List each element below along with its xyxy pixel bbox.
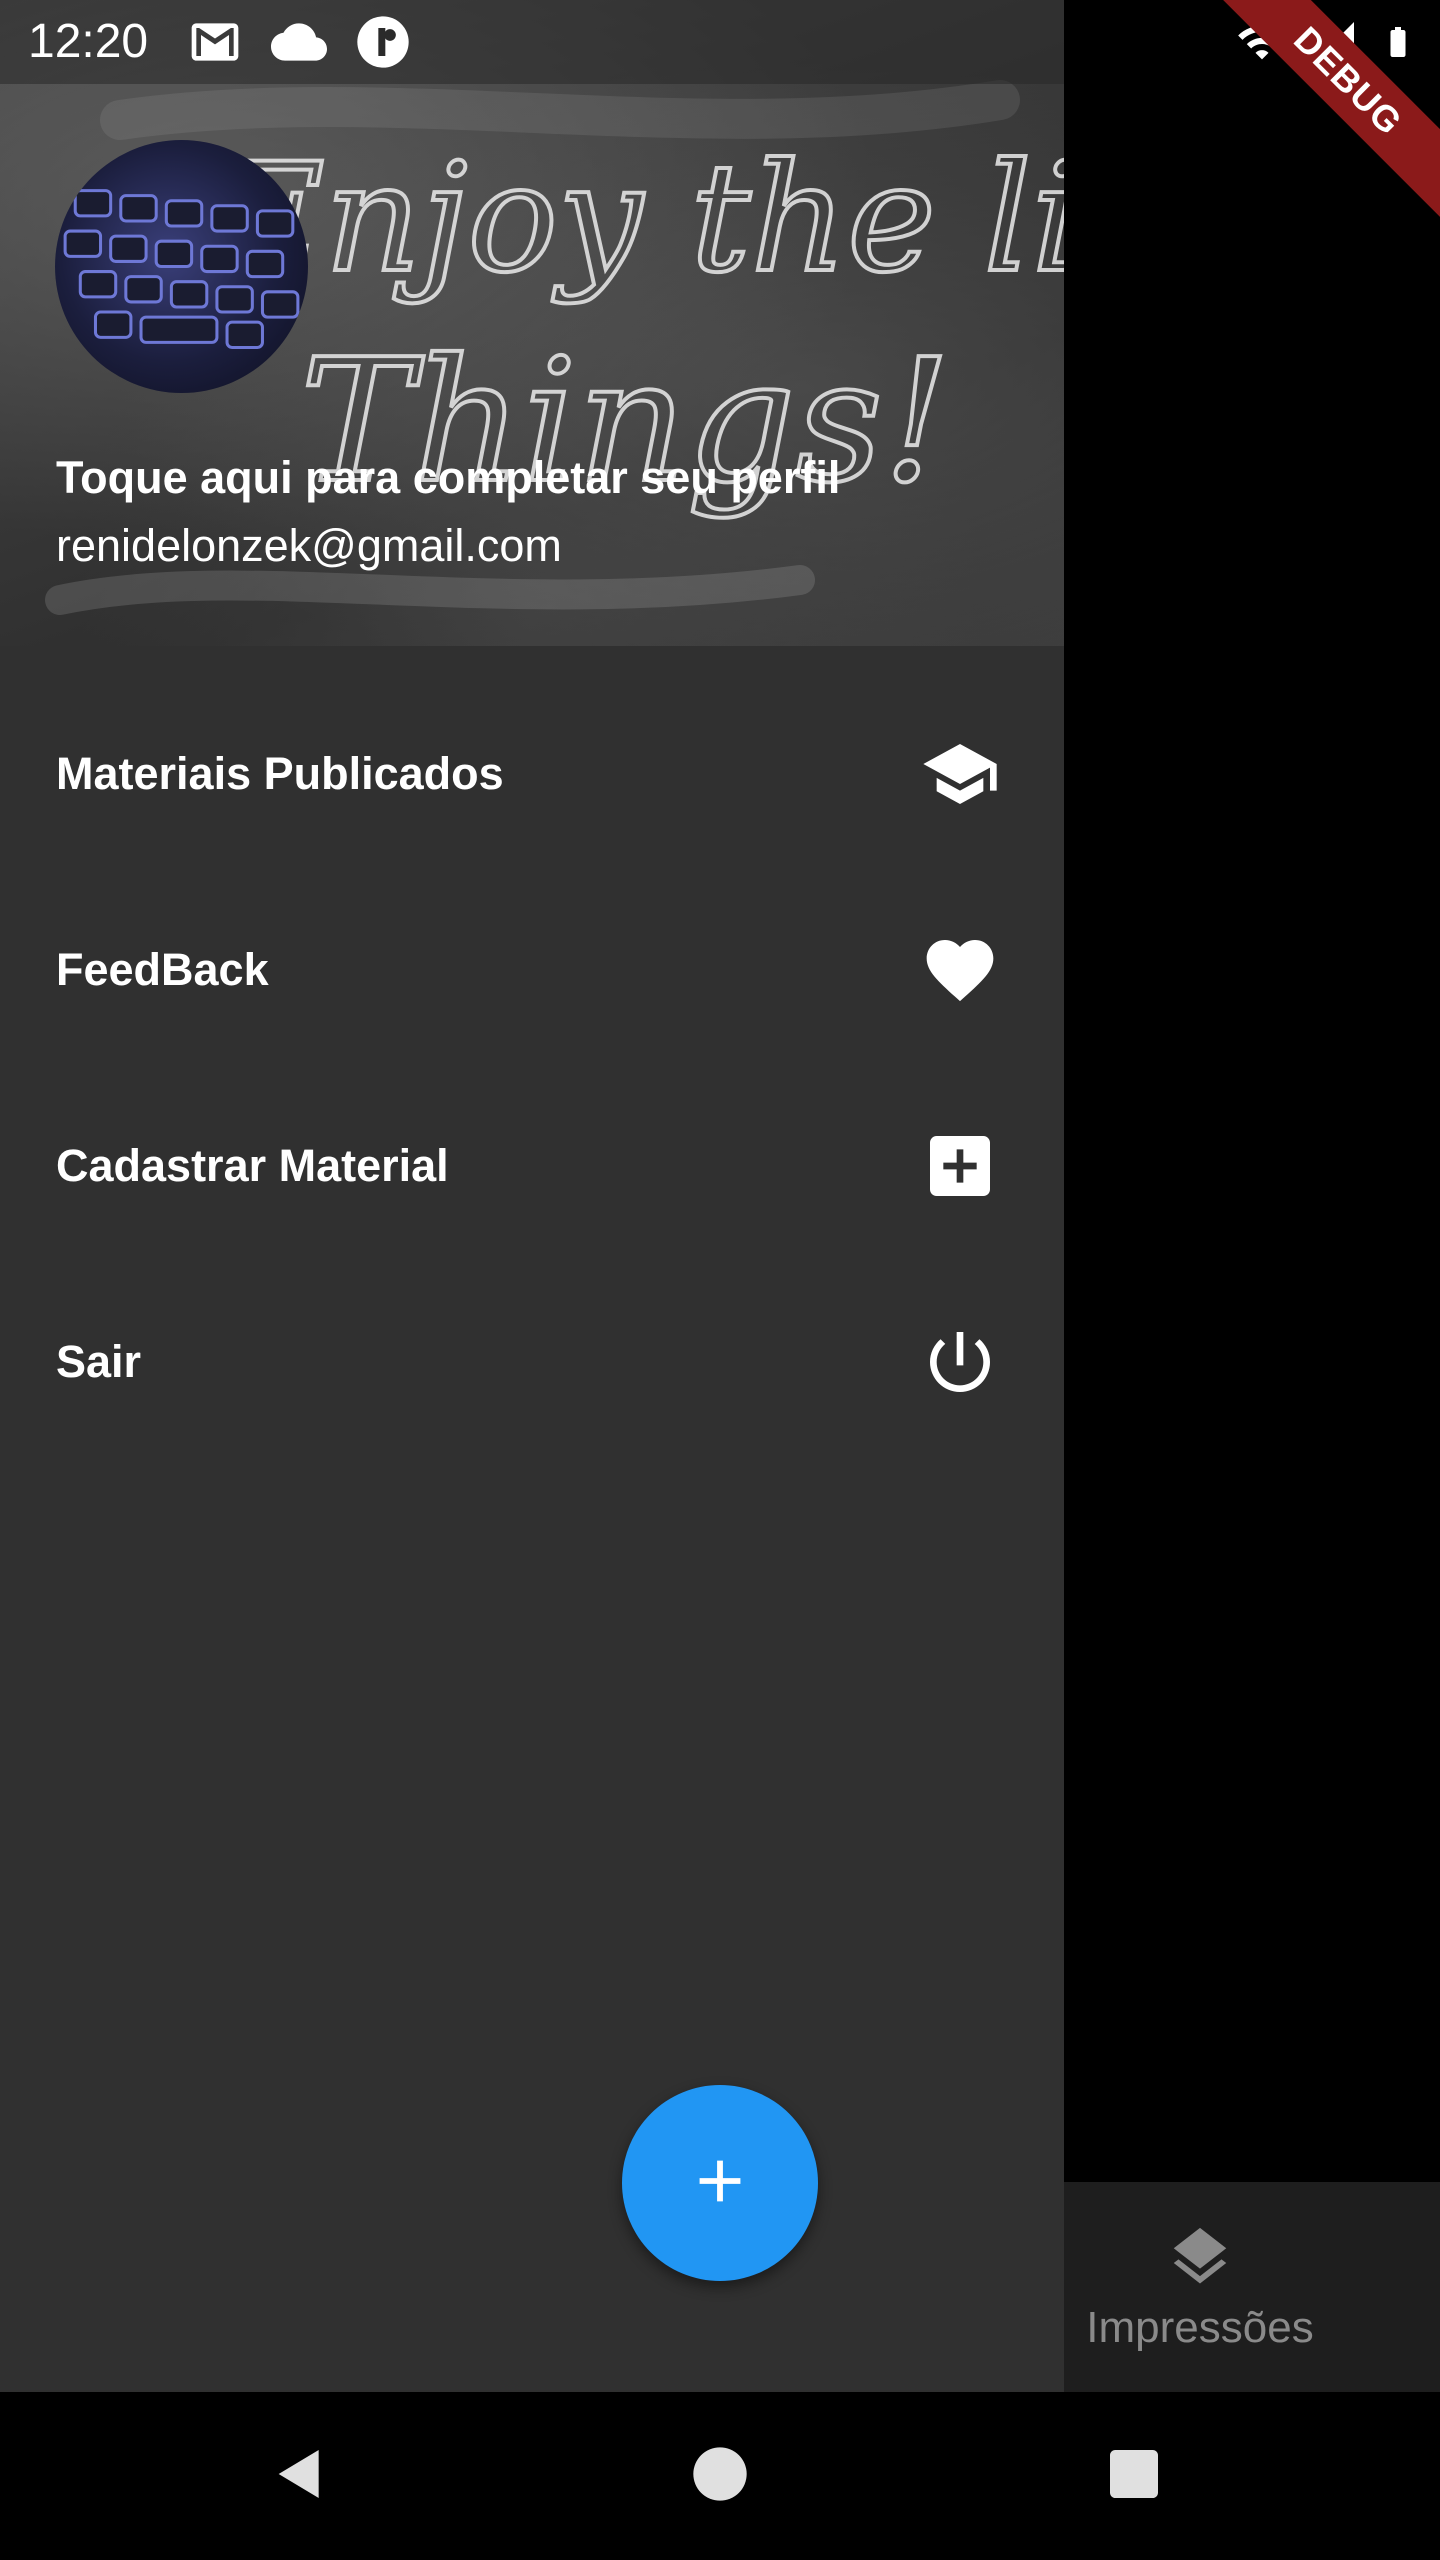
status-time: 12:20 bbox=[28, 15, 149, 68]
menu-item-label: FeedBack bbox=[56, 944, 269, 995]
back-button[interactable] bbox=[258, 2434, 342, 2518]
menu-item-label: Cadastrar Material bbox=[56, 1140, 449, 1191]
add-fab-button[interactable] bbox=[622, 2085, 818, 2281]
app-notification-icon bbox=[354, 14, 412, 75]
cloud-icon bbox=[270, 14, 328, 75]
avatar[interactable] bbox=[55, 140, 308, 393]
recents-icon bbox=[1102, 2442, 1166, 2511]
menu-item-materiais-publicados[interactable]: Materiais Publicados bbox=[0, 676, 1064, 872]
drawer-header[interactable]: Enjoy the little Things! bbox=[0, 0, 1064, 646]
menu-item-cadastrar-material[interactable]: Cadastrar Material bbox=[0, 1068, 1064, 1264]
plus-icon bbox=[685, 2146, 755, 2221]
back-icon bbox=[268, 2442, 332, 2511]
notification-icons bbox=[186, 14, 412, 75]
menu-item-sair[interactable]: Sair bbox=[0, 1264, 1064, 1460]
home-icon bbox=[688, 2442, 752, 2511]
status-bar: 12:20 bbox=[0, 0, 1440, 84]
recents-button[interactable] bbox=[1092, 2434, 1176, 2518]
heart-icon bbox=[920, 930, 1000, 1010]
home-button[interactable] bbox=[678, 2434, 762, 2518]
user-email: renidelonzek@gmail.com bbox=[56, 520, 562, 571]
menu-item-label: Materiais Publicados bbox=[56, 748, 504, 799]
school-icon bbox=[920, 734, 1000, 814]
navigation-drawer: Enjoy the little Things! bbox=[0, 0, 1064, 2392]
battery-icon bbox=[1380, 16, 1416, 73]
add-box-icon bbox=[920, 1126, 1000, 1206]
bottom-nav-label: Impressões bbox=[1086, 2302, 1314, 2352]
menu-item-feedback[interactable]: FeedBack bbox=[0, 872, 1064, 1068]
gmail-icon bbox=[186, 14, 244, 75]
drawer-menu: Materiais Publicados FeedBack Cadastrar … bbox=[0, 676, 1064, 1460]
status-bar-shade bbox=[0, 0, 1064, 84]
system-navigation-bar bbox=[0, 2392, 1440, 2560]
profile-prompt: Toque aqui para completar seu perfil bbox=[56, 452, 841, 503]
screen: Impressões Enjoy the little Things! bbox=[0, 0, 1440, 2560]
chalk-text-line1: Enjoy the little bbox=[212, 132, 1064, 306]
power-icon bbox=[920, 1322, 1000, 1402]
menu-item-label: Sair bbox=[56, 1336, 142, 1387]
layers-icon bbox=[1165, 2222, 1235, 2297]
bottom-nav-item-impressoes[interactable]: Impressões bbox=[1065, 2182, 1335, 2392]
